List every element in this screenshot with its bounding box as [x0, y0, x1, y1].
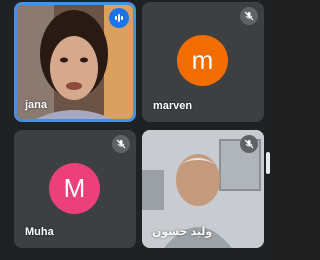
participant-grid: jana m marven M Muha وليد حسون	[0, 0, 273, 260]
participant-tile-jana[interactable]: jana	[14, 2, 136, 122]
speaking-indicator-icon	[109, 8, 129, 28]
participant-avatar: M	[49, 163, 100, 214]
scrollbar-thumb[interactable]	[266, 152, 270, 174]
participant-name: وليد حسون	[152, 226, 213, 238]
mic-off-icon	[112, 135, 130, 153]
participant-tile-arabic[interactable]: وليد حسون	[142, 130, 264, 248]
participant-avatar: m	[177, 35, 228, 86]
mic-off-icon	[240, 135, 258, 153]
participant-name: jana	[25, 99, 48, 111]
participant-tile-marven[interactable]: m marven	[142, 2, 264, 122]
mic-off-icon	[240, 7, 258, 25]
participant-name: Muha	[25, 226, 54, 238]
participant-tile-muha[interactable]: M Muha	[14, 130, 136, 248]
participant-name: marven	[153, 100, 193, 112]
